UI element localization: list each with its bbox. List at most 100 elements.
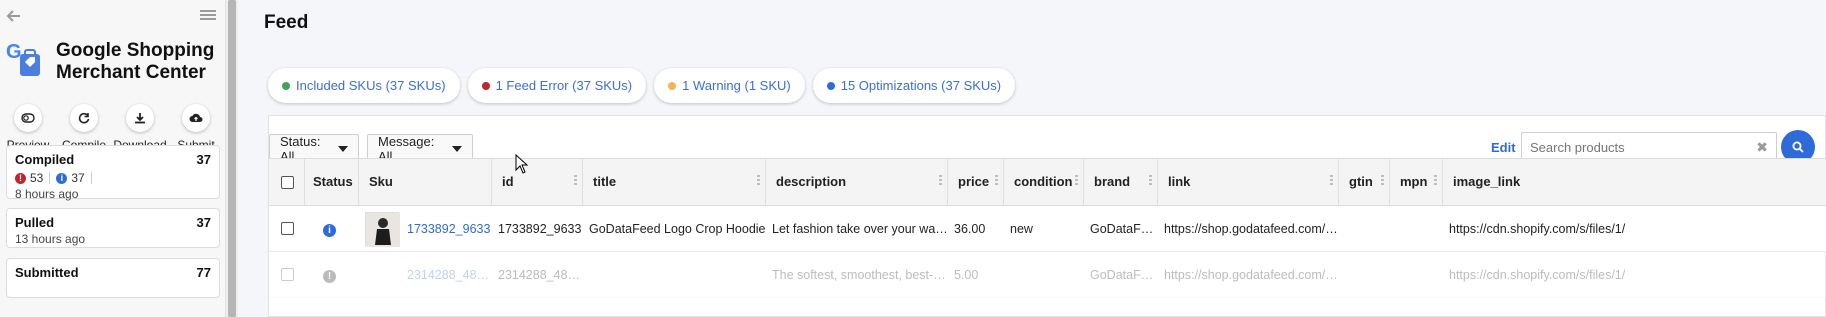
description-cell: Let fashion take over your wardr... (772, 222, 948, 236)
summary-pills: Included SKUs (37 SKUs) 1 Feed Error (37… (268, 68, 1023, 103)
brand-cell: GoDataFeed (1090, 222, 1158, 236)
download-icon (135, 113, 145, 124)
info-icon: i (56, 172, 68, 184)
status-icon[interactable]: ! (323, 270, 336, 283)
warning-pill[interactable]: 1 Warning (1 SKU) (654, 68, 805, 103)
column-grip-icon[interactable] (757, 175, 760, 187)
mpn-cell (1386, 252, 1443, 298)
col-id[interactable]: id (492, 159, 583, 205)
table-row[interactable]: i 1733892_9633 1733892_9633 GoDataFeed L… (269, 206, 1826, 252)
sidebar: G Google Shopping Merchant Center Previe… (0, 0, 226, 317)
chevron-down-icon (452, 146, 462, 152)
col-link[interactable]: link (1158, 159, 1339, 205)
pill-label: 1 Feed Error (37 SKUs) (495, 78, 633, 93)
edit-link[interactable]: Edit (1491, 140, 1516, 155)
column-grip-icon[interactable] (574, 175, 577, 187)
hamburger-menu-icon[interactable] (200, 8, 216, 24)
clear-search-icon[interactable]: ✖ (1756, 139, 1768, 156)
link-cell: https://shop.godatafeed.com/pro... (1164, 268, 1339, 282)
col-description[interactable]: description (766, 159, 948, 205)
back-arrow-icon[interactable] (6, 8, 22, 24)
col-label: price (958, 174, 990, 189)
chevron-down-icon (338, 146, 348, 152)
product-thumbnail (365, 212, 400, 247)
submitted-card[interactable]: Submitted 77 (6, 258, 220, 298)
col-label: id (502, 174, 514, 189)
col-condition[interactable]: condition (1004, 159, 1084, 205)
status-cell: ! (313, 252, 359, 298)
scrollbar-thumb[interactable] (228, 0, 236, 317)
col-label: link (1168, 174, 1191, 189)
condition-cell (1000, 252, 1084, 298)
cloud-upload-icon (189, 113, 203, 122)
compiled-card[interactable]: Compiled 37 ! 53 i 37 8 hours ago (6, 145, 220, 201)
col-sku[interactable]: Sku (359, 159, 492, 205)
col-label: mpn (1400, 174, 1428, 189)
col-label: description (776, 174, 847, 189)
red-dot-icon (481, 81, 490, 90)
column-grip-icon[interactable] (1149, 175, 1152, 187)
sidebar-scrollbar[interactable] (226, 0, 238, 317)
divider (49, 172, 51, 184)
col-price[interactable]: price (948, 159, 1004, 205)
blue-dot-icon (826, 81, 835, 90)
yellow-dot-icon (668, 81, 677, 90)
row-checkbox[interactable] (281, 222, 294, 235)
image-link-cell: https://cdn.shopify.com/s/files/1/ (1449, 222, 1626, 236)
price-cell: 5.00 (954, 268, 979, 282)
card-title: Submitted (15, 265, 79, 280)
brand-cell: GoDataFeed (1090, 268, 1158, 282)
col-label: condition (1014, 174, 1073, 189)
col-brand[interactable]: brand (1084, 159, 1158, 205)
error-icon: ! (15, 172, 26, 184)
included-skus-pill[interactable]: Included SKUs (37 SKUs) (268, 68, 460, 103)
mpn-cell (1386, 206, 1443, 252)
sku-link[interactable]: 1733892_9633 (397, 206, 492, 252)
feed-error-pill[interactable]: 1 Feed Error (37 SKUs) (467, 68, 647, 103)
gtin-cell (1335, 206, 1390, 252)
pill-label: 1 Warning (1 SKU) (682, 78, 791, 93)
search-input[interactable] (1530, 139, 1750, 155)
col-title[interactable]: title (583, 159, 766, 205)
col-image-link[interactable]: image_link (1443, 159, 1826, 205)
pulled-card[interactable]: Pulled 37 13 hours ago (6, 208, 220, 248)
feed-panel: Status: All Message: All Edit ✖ Status (268, 115, 1826, 317)
page-title: Feed (264, 12, 309, 33)
col-mpn[interactable]: mpn (1390, 159, 1443, 205)
description-cell: The softest, smoothest, best-loo... (772, 268, 948, 282)
col-gtin[interactable]: gtin (1339, 159, 1390, 205)
svg-text:G: G (6, 41, 22, 63)
column-grip-icon[interactable] (1434, 175, 1437, 187)
col-label: Status (313, 174, 353, 189)
column-grip-icon[interactable] (1381, 175, 1384, 187)
info-count: 37 (71, 171, 85, 185)
info-status-icon[interactable]: i (323, 224, 336, 237)
title-cell: GoDataFeed Logo Crop Hoodie (589, 222, 766, 236)
column-grip-icon[interactable] (1075, 175, 1078, 187)
column-grip-icon[interactable] (995, 175, 998, 187)
select-all-checkbox[interactable] (281, 176, 294, 189)
select-all-cell (269, 159, 305, 205)
col-label: title (593, 174, 617, 189)
status-cell: i (313, 206, 359, 252)
optimizations-pill[interactable]: 15 Optimizations (37 SKUs) (812, 68, 1016, 103)
column-grip-icon[interactable] (1330, 175, 1333, 187)
col-status[interactable]: Status (305, 159, 359, 205)
card-count: 37 (196, 152, 211, 167)
gtin-cell (1335, 252, 1390, 298)
id-cell: 2314288_48124 (498, 268, 583, 282)
title-cell (579, 252, 766, 298)
card-count: 37 (196, 215, 211, 230)
sku-link[interactable]: 2314288_48124 (397, 252, 492, 298)
card-title: Pulled (15, 215, 55, 230)
col-label: gtin (1349, 174, 1373, 189)
google-shopping-logo-icon: G (6, 40, 50, 84)
image-link-cell: https://cdn.shopify.com/s/files/1/ (1449, 268, 1626, 282)
col-label: Sku (369, 174, 393, 189)
error-count: 53 (30, 171, 44, 185)
table-row[interactable]: ! 2314288_48124 2314288_48124 The softes… (269, 252, 1826, 298)
row-checkbox[interactable] (281, 268, 294, 281)
column-grip-icon[interactable] (939, 175, 942, 187)
card-count: 77 (196, 265, 211, 280)
condition-cell: new (1010, 222, 1033, 236)
